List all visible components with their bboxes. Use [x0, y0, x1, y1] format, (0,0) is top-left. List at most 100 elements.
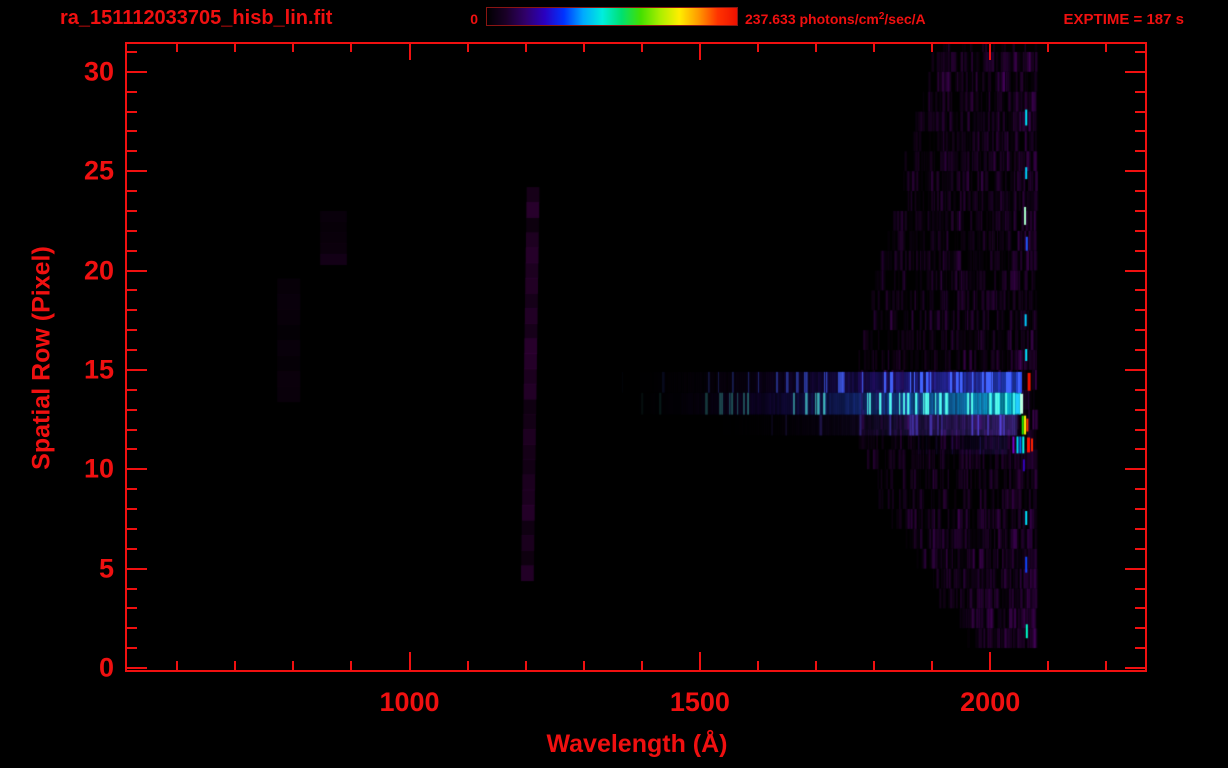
colorbar — [486, 7, 738, 26]
axis-tick — [127, 488, 137, 490]
axis-tick — [127, 409, 137, 411]
axis-tick — [127, 607, 137, 609]
axis-tick — [127, 170, 147, 172]
axis-tick — [127, 309, 137, 311]
axis-tick — [1135, 528, 1145, 530]
axis-tick — [699, 652, 701, 670]
axis-tick — [1125, 468, 1145, 470]
axis-tick — [815, 661, 817, 670]
axis-tick — [1135, 289, 1145, 291]
axis-tick — [127, 210, 137, 212]
exptime-label: EXPTIME = 187 s — [1063, 11, 1184, 28]
axis-tick — [1125, 170, 1145, 172]
axis-tick — [127, 329, 137, 331]
axis-tick — [1125, 369, 1145, 371]
y-tick-label: 0 — [98, 652, 114, 683]
axis-tick — [127, 230, 137, 232]
axis-tick — [127, 647, 137, 649]
axis-tick — [1135, 548, 1145, 550]
axis-tick — [127, 369, 147, 371]
axis-tick — [127, 627, 137, 629]
axis-tick — [931, 661, 933, 670]
axis-tick — [1135, 230, 1145, 232]
x-axis-label: Wavelength (Å) — [546, 730, 728, 758]
axis-tick — [1135, 409, 1145, 411]
axis-tick — [1135, 210, 1145, 212]
axis-tick — [583, 44, 585, 52]
axis-tick — [127, 667, 147, 669]
axis-tick — [641, 661, 643, 670]
axis-tick — [127, 468, 147, 470]
colorbar-max-suffix: /sec/A — [884, 11, 926, 27]
axis-tick — [127, 111, 137, 113]
axis-tick — [1135, 190, 1145, 192]
axis-tick — [1135, 488, 1145, 490]
axis-tick — [127, 448, 137, 450]
axis-tick — [127, 389, 137, 391]
axis-tick — [127, 528, 137, 530]
axis-tick — [176, 661, 178, 670]
axis-tick — [1135, 349, 1145, 351]
axis-tick — [234, 44, 236, 52]
axis-tick — [127, 71, 147, 73]
axis-tick — [1135, 250, 1145, 252]
axis-tick — [127, 250, 137, 252]
file-title: ra_151112033705_hisb_lin.fit — [60, 7, 333, 29]
axis-tick — [1135, 309, 1145, 311]
axis-tick — [1135, 429, 1145, 431]
y-tick-label: 25 — [83, 155, 114, 186]
x-tick-label: 2000 — [960, 687, 1021, 717]
axis-tick — [127, 51, 137, 53]
y-tick-label: 15 — [83, 354, 114, 385]
axis-tick — [1125, 568, 1145, 570]
axis-tick — [127, 190, 137, 192]
axis-tick — [757, 661, 759, 670]
axis-tick — [1135, 607, 1145, 609]
axis-tick — [1125, 71, 1145, 73]
axis-tick — [1135, 91, 1145, 93]
axis-tick — [127, 289, 137, 291]
x-tick-label: 1000 — [379, 687, 440, 717]
axis-tick — [127, 150, 137, 152]
axis-tick — [467, 661, 469, 670]
y-tick-label: 10 — [83, 453, 114, 484]
axis-tick — [292, 44, 294, 52]
axis-tick — [1125, 270, 1145, 272]
y-tick-label: 5 — [98, 553, 114, 584]
axis-tick — [1047, 44, 1049, 52]
axis-tick — [127, 349, 137, 351]
colorbar-max-prefix: 237.633 photons/cm — [745, 11, 879, 27]
axis-tick — [1135, 329, 1145, 331]
axis-tick — [583, 661, 585, 670]
axis-tick — [409, 44, 411, 60]
axis-tick — [127, 588, 137, 590]
axis-tick — [1135, 150, 1145, 152]
axis-tick — [350, 44, 352, 52]
axis-tick — [467, 44, 469, 52]
axis-tick — [757, 44, 759, 52]
axis-tick — [127, 91, 137, 93]
axis-tick — [699, 44, 701, 60]
y-tick-label: 20 — [83, 255, 114, 286]
axis-tick — [350, 661, 352, 670]
axis-tick — [127, 568, 147, 570]
axis-tick — [1135, 627, 1145, 629]
axis-tick — [931, 44, 933, 52]
colorbar-max-label: 237.633 photons/cm2/sec/A — [745, 11, 926, 27]
axis-tick — [1135, 647, 1145, 649]
axis-tick — [1125, 667, 1145, 669]
axis-tick — [409, 652, 411, 670]
axis-tick — [641, 44, 643, 52]
axis-tick — [1135, 130, 1145, 132]
axis-tick — [1135, 448, 1145, 450]
axis-tick — [127, 270, 147, 272]
axis-tick — [127, 429, 137, 431]
axis-tick — [525, 661, 527, 670]
axis-tick — [873, 44, 875, 52]
axis-tick — [1105, 661, 1107, 670]
axis-tick — [525, 44, 527, 52]
spectrogram-viewer: ra_151112033705_hisb_lin.fit 0 237.633 p… — [0, 0, 1228, 768]
axis-tick — [127, 508, 137, 510]
axis-tick — [127, 548, 137, 550]
axis-tick — [1047, 661, 1049, 670]
